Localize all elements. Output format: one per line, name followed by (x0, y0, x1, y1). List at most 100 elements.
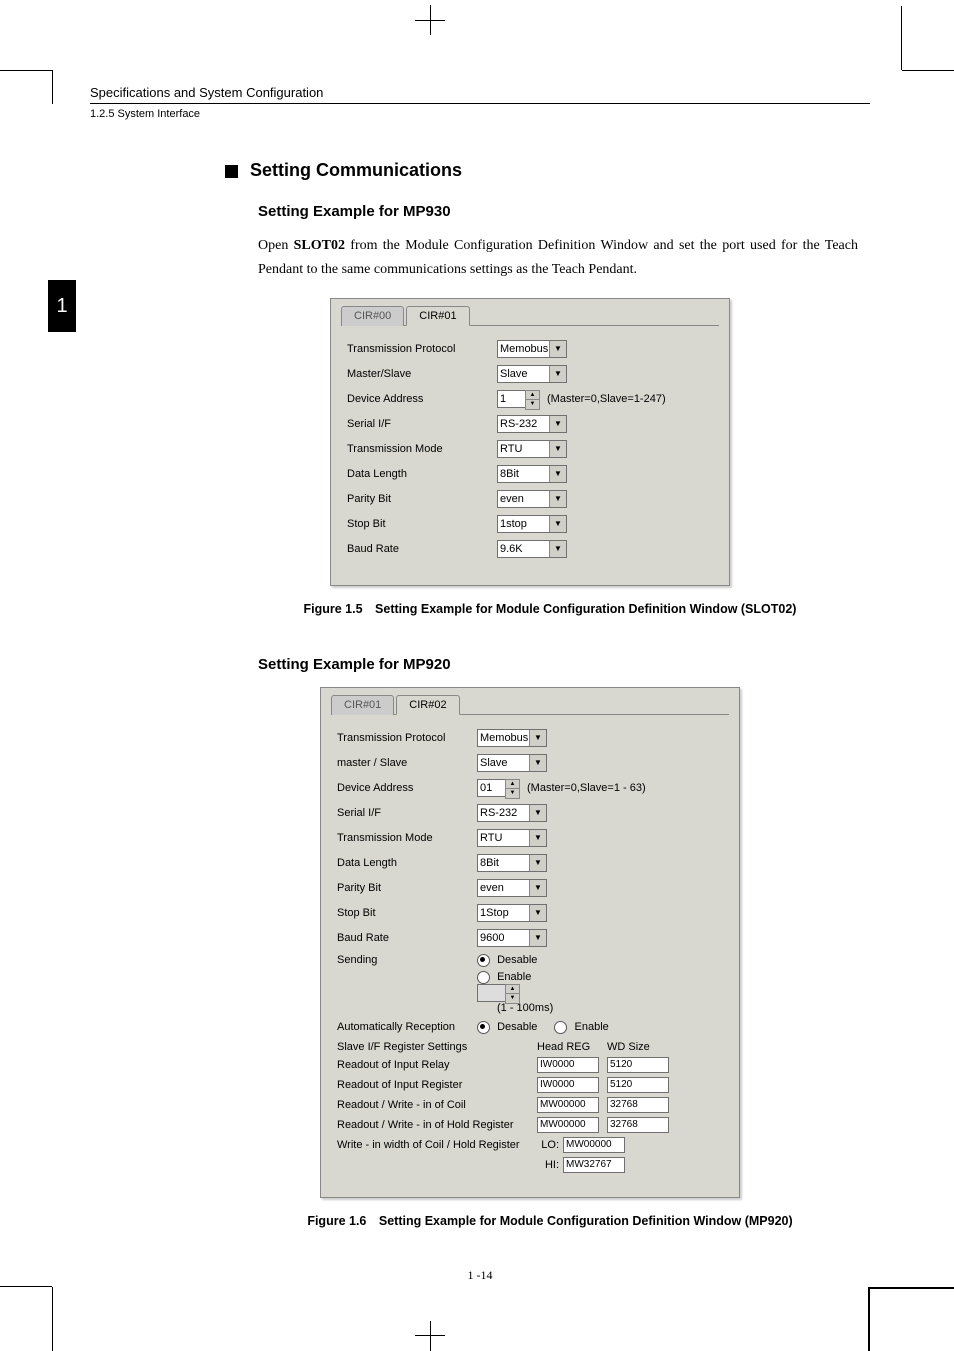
device-address-note-2: (Master=0,Slave=1 - 63) (527, 782, 646, 794)
label-trans-mode-2: Transmission Mode (337, 832, 477, 844)
body-930: Open SLOT02 from the Module Configuratio… (258, 234, 858, 282)
lo-label: LO: (537, 1139, 559, 1151)
stop-bit-select[interactable]: 1stop▼ (497, 515, 567, 533)
label-data-length-2: Data Length (337, 857, 477, 869)
label-trans-mode: Transmission Mode (347, 443, 497, 455)
master-slave-select-2[interactable]: Slave▼ (477, 754, 547, 772)
slave-if-heading: Slave I/F Register Settings (337, 1041, 537, 1053)
row-input-register-wd[interactable]: 5120 (607, 1077, 669, 1093)
sending-disable-radio[interactable] (477, 954, 490, 967)
header-sys: 1.2.5 System Interface (90, 108, 870, 120)
row-write-width-lo[interactable]: MW00000 (563, 1137, 625, 1153)
serial-if-select-2[interactable]: RS-232▼ (477, 804, 547, 822)
slot02-dialog: CIR#00 CIR#01 Transmission Protocol Memo… (330, 298, 730, 586)
label-baud: Baud Rate (347, 543, 497, 555)
chapter-tab: 1 (48, 280, 76, 332)
auto-enable-radio[interactable] (554, 1021, 567, 1034)
parity-select-2[interactable]: even▼ (477, 879, 547, 897)
tab-cir02[interactable]: CIR#02 (396, 695, 459, 715)
baud-select-2[interactable]: 9600▼ (477, 929, 547, 947)
label-serial-if: Serial I/F (347, 418, 497, 430)
sending-disable-label: Desable (497, 954, 537, 966)
label-protocol: Transmission Protocol (347, 343, 497, 355)
page-number: 1 -14 (90, 1268, 870, 1283)
sending-enable-radio[interactable] (477, 971, 490, 984)
tab-cir01[interactable]: CIR#01 (406, 306, 469, 326)
label-parity-2: Parity Bit (337, 882, 477, 894)
row-write-width-hi[interactable]: MW32767 (563, 1157, 625, 1173)
chevron-down-icon: ▼ (529, 730, 546, 746)
device-address-spinner[interactable]: 1▲▼ (497, 390, 527, 408)
chevron-down-icon: ▼ (529, 905, 546, 921)
subsection-930-title: Setting Example for MP930 (258, 203, 870, 220)
chevron-down-icon: ▼ (549, 541, 566, 557)
body-930-pre: Open (258, 238, 294, 253)
stop-bit-select-2[interactable]: 1Stop▼ (477, 904, 547, 922)
chevron-down-icon: ▼ (529, 755, 546, 771)
protocol-select[interactable]: Memobus▼ (497, 340, 567, 358)
serial-if-select[interactable]: RS-232▼ (497, 415, 567, 433)
row-input-register-label: Readout of Input Register (337, 1079, 537, 1091)
label-auto-reception: Automatically Reception (337, 1021, 477, 1033)
subsection-920-title: Setting Example for MP920 (258, 656, 870, 673)
header-spec: Specifications and System Configuration (90, 85, 870, 104)
auto-disable-radio[interactable] (477, 1021, 490, 1034)
row-input-relay-reg[interactable]: IW0000 (537, 1057, 599, 1073)
protocol-select-2[interactable]: Memobus▼ (477, 729, 547, 747)
row-hold-register-reg[interactable]: MW00000 (537, 1117, 599, 1133)
device-address-spinner-2[interactable]: 01▲▼ (477, 779, 507, 797)
label-sending: Sending (337, 954, 477, 966)
baud-select[interactable]: 9.6K▼ (497, 540, 567, 558)
row-input-relay-label: Readout of Input Relay (337, 1059, 537, 1071)
label-parity: Parity Bit (347, 493, 497, 505)
tab-cir00[interactable]: CIR#00 (341, 306, 404, 326)
label-device-address: Device Address (347, 393, 497, 405)
chevron-down-icon: ▼ (549, 366, 566, 382)
data-length-select-2[interactable]: 8Bit▼ (477, 854, 547, 872)
chevron-down-icon: ▼ (549, 341, 566, 357)
trans-mode-select-2[interactable]: RTU▼ (477, 829, 547, 847)
chevron-down-icon: ▼ (529, 930, 546, 946)
row-hold-register-wd[interactable]: 32768 (607, 1117, 669, 1133)
hi-label: HI: (537, 1159, 559, 1171)
body-930-bold: SLOT02 (294, 238, 345, 253)
row-write-width-label: Write - in width of Coil / Hold Register (337, 1139, 537, 1151)
col-head-wdsize: WD Size (607, 1041, 650, 1053)
label-serial-if-2: Serial I/F (337, 807, 477, 819)
master-slave-select[interactable]: Slave▼ (497, 365, 567, 383)
label-stop-bit-2: Stop Bit (337, 907, 477, 919)
trans-mode-select[interactable]: RTU▼ (497, 440, 567, 458)
data-length-select[interactable]: 8Bit▼ (497, 465, 567, 483)
device-address-note: (Master=0,Slave=1-247) (547, 393, 666, 405)
figure-1-6-caption: Figure 1.6 Setting Example for Module Co… (200, 1214, 900, 1228)
chevron-down-icon: ▼ (529, 805, 546, 821)
section-title: Setting Communications (250, 160, 462, 181)
chevron-down-icon: ▼ (549, 441, 566, 457)
mp920-dialog: CIR#01 CIR#02 Transmission Protocol Memo… (320, 687, 740, 1198)
label-stop-bit: Stop Bit (347, 518, 497, 530)
sending-enable-label: Enable (497, 971, 531, 983)
tab-cir01b[interactable]: CIR#01 (331, 695, 394, 715)
label-protocol-2: Transmission Protocol (337, 732, 477, 744)
row-input-relay-wd[interactable]: 5120 (607, 1057, 669, 1073)
parity-select[interactable]: even▼ (497, 490, 567, 508)
row-hold-register-label: Readout / Write - in of Hold Register (337, 1119, 537, 1131)
row-coil-wd[interactable]: 32768 (607, 1097, 669, 1113)
chevron-down-icon: ▼ (549, 416, 566, 432)
figure-1-5-caption: Figure 1.5 Setting Example for Module Co… (200, 602, 900, 616)
section-bullet-icon (225, 165, 238, 178)
label-master-slave-2: master / Slave (337, 757, 477, 769)
label-device-address-2: Device Address (337, 782, 477, 794)
label-master-slave: Master/Slave (347, 368, 497, 380)
col-head-reg: Head REG (537, 1041, 599, 1053)
row-input-register-reg[interactable]: IW0000 (537, 1077, 599, 1093)
sending-ms-spinner[interactable]: ▲▼ (477, 984, 507, 1002)
body-930-post: from the Module Configuration Definition… (258, 238, 858, 277)
label-data-length: Data Length (347, 468, 497, 480)
chevron-down-icon: ▼ (529, 830, 546, 846)
chevron-down-icon: ▼ (529, 855, 546, 871)
chevron-down-icon: ▼ (549, 491, 566, 507)
chevron-down-icon: ▼ (529, 880, 546, 896)
row-coil-reg[interactable]: MW00000 (537, 1097, 599, 1113)
chevron-down-icon: ▼ (549, 466, 566, 482)
